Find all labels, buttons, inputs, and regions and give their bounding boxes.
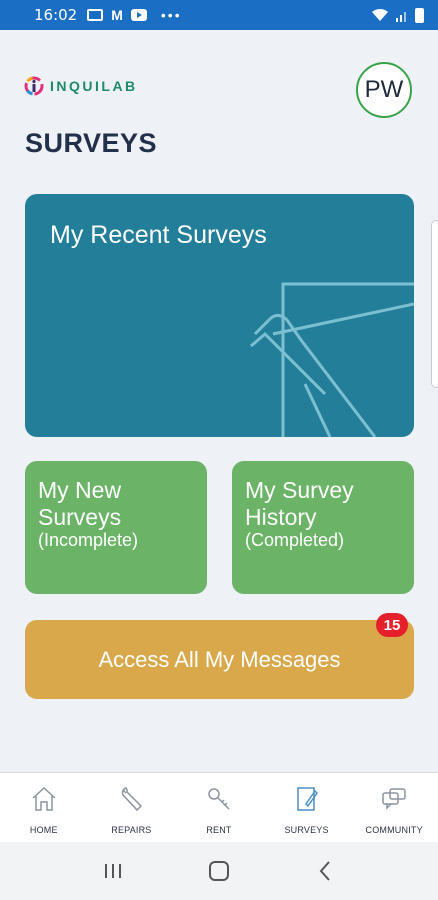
- nav-rent[interactable]: RENT: [175, 773, 263, 842]
- status-bar: 16:02 M •••: [0, 0, 438, 30]
- nav-rent-label: RENT: [206, 825, 232, 835]
- back-icon: [319, 861, 330, 881]
- access-messages-button[interactable]: Access All My Messages: [25, 620, 414, 699]
- nav-repairs-label: REPAIRS: [111, 825, 152, 835]
- wifi-icon: [372, 8, 388, 21]
- home-icon: [32, 786, 56, 811]
- system-navigation-bar: [0, 842, 438, 900]
- nav-surveys[interactable]: SURVEYS: [263, 773, 351, 842]
- survey-history-subtitle: (Completed): [245, 530, 345, 550]
- my-survey-history-card[interactable]: My Survey History (Completed): [232, 461, 414, 594]
- key-icon: [208, 788, 230, 810]
- new-surveys-title: My New Surveys: [38, 477, 122, 530]
- youtube-notification-icon: [130, 9, 147, 21]
- home-square-icon: [209, 861, 229, 881]
- clipboard-pen-illustration-icon: [250, 282, 414, 437]
- chat-icon: [382, 788, 406, 810]
- back-button[interactable]: [305, 856, 345, 886]
- home-system-button[interactable]: [199, 856, 239, 886]
- new-surveys-subtitle: (Incomplete): [38, 530, 139, 550]
- nav-home-label: HOME: [29, 825, 58, 835]
- gmail-notification-icon: M: [111, 7, 123, 23]
- status-time: 16:02: [34, 6, 78, 24]
- recent-apps-icon: [105, 864, 121, 878]
- survey-history-title: My Survey History: [245, 477, 354, 530]
- my-new-surveys-card[interactable]: My New Surveys (Incomplete): [25, 461, 207, 594]
- gallery-notification-icon: [87, 9, 104, 21]
- battery-icon: [415, 7, 424, 23]
- user-avatar[interactable]: PW: [356, 62, 412, 118]
- access-messages-label: Access All My Messages: [98, 646, 341, 672]
- signal-icon: [396, 12, 406, 22]
- nav-community-label: COMMUNITY: [365, 825, 423, 835]
- logo-mark-icon: [24, 76, 44, 96]
- nav-home[interactable]: HOME: [0, 773, 88, 842]
- my-recent-surveys-card[interactable]: My Recent Surveys: [25, 194, 414, 437]
- nav-surveys-label: SURVEYS: [284, 825, 329, 835]
- inquilab-logo: INQUILAB: [24, 76, 138, 96]
- nav-community[interactable]: COMMUNITY: [350, 773, 438, 842]
- survey-icon: [296, 787, 318, 811]
- wrench-icon: [122, 787, 143, 812]
- messages-count-badge: 15: [376, 613, 408, 637]
- page-title: SURVEYS: [25, 128, 158, 158]
- side-panel-handle[interactable]: [431, 220, 438, 388]
- more-notifications-icon: •••: [160, 7, 182, 23]
- bottom-navigation: HOME REPAIRS RENT SURVEYS COMMUNITY: [0, 772, 438, 842]
- recent-apps-button[interactable]: [93, 856, 133, 886]
- logo-text: INQUILAB: [50, 78, 138, 94]
- nav-repairs[interactable]: REPAIRS: [88, 773, 176, 842]
